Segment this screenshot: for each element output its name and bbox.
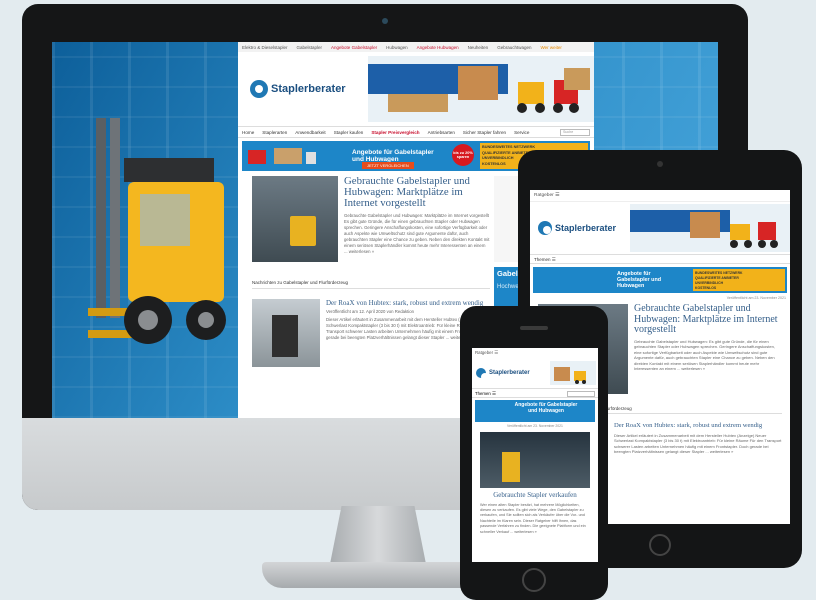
- article-image[interactable]: [480, 432, 590, 488]
- topnav-item[interactable]: Wer weiter: [540, 45, 561, 50]
- logo-text: Staplerberater: [555, 223, 617, 233]
- ad-banner[interactable]: Angebote für Gabelstapler und Hubwagen B…: [533, 267, 787, 293]
- nav-item[interactable]: Sicher Stapler fahren: [463, 130, 506, 135]
- home-button[interactable]: [649, 534, 671, 556]
- logo-text: Staplerberater: [489, 370, 530, 376]
- article-title[interactable]: Der RoaX von Hubtex: stark, robust und e…: [326, 299, 490, 307]
- topnav-item[interactable]: Gebrauchtwagen: [497, 45, 531, 50]
- logo-text: Staplerberater: [271, 83, 346, 95]
- date-label: Veröffentlicht am 23. November 2021: [507, 424, 563, 428]
- header-banner-image: [630, 204, 790, 252]
- site-logo[interactable]: Staplerberater: [476, 368, 530, 381]
- header-banner-image: [368, 56, 594, 122]
- ad-title: Angebote für Gabelstapler und Hubwagen: [352, 149, 434, 163]
- nav-item[interactable]: Stapler kaufen: [334, 130, 364, 135]
- site-header: Staplerberater: [238, 52, 594, 126]
- monitor-stand-base: [262, 562, 492, 588]
- logo-icon: [250, 80, 268, 98]
- topnav-item[interactable]: Angebote Hubwagen: [417, 45, 459, 50]
- news-article: Der RoaX von Hubtex: stark, robust und e…: [252, 299, 490, 367]
- article-title[interactable]: Gebrauchte Gabelstapler und Hubwagen: Ma…: [634, 303, 782, 336]
- ad-banner-image: [248, 148, 316, 164]
- search-input[interactable]: [567, 391, 595, 397]
- site-logo[interactable]: Staplerberater: [538, 221, 616, 235]
- topnav-item[interactable]: Angebote Gabelstapler: [331, 45, 377, 50]
- article-excerpt: Wer einen alten Stapler besitzt, hat meh…: [480, 502, 586, 534]
- monitor-stand: [330, 506, 426, 564]
- main-content: Gebrauchte Gabelstapler und Hubwagen: Ma…: [252, 176, 490, 367]
- topnav-item[interactable]: Hubwagen: [386, 45, 408, 50]
- article-excerpt: Gebrauchte Gabelstapler und Hubwagen: Ma…: [344, 213, 490, 254]
- article-image[interactable]: [252, 176, 338, 262]
- article-image[interactable]: [252, 299, 320, 367]
- ad-discount-badge: bis zu 20% sparen: [452, 144, 474, 166]
- article-title[interactable]: Gebrauchte Gabelstapler und Hubwagen: Ma…: [344, 176, 490, 209]
- nav-item[interactable]: Antriebsarten: [428, 130, 455, 135]
- logo-icon: [476, 368, 489, 381]
- camera-dot: [382, 18, 388, 24]
- nav-home[interactable]: Home: [242, 130, 254, 135]
- check-item: KOSTENLOS: [695, 286, 717, 290]
- ad-title: Angebote für Gabelstapler und Hubwagen: [514, 402, 578, 414]
- header-banner-image: [550, 361, 596, 385]
- nav-item[interactable]: Anwendbarkeit: [295, 130, 325, 135]
- site-logo[interactable]: Staplerberater: [250, 80, 346, 98]
- article-excerpt: Gebrauchte Gabelstapler und Hubwagen: Es…: [634, 338, 775, 372]
- article-title[interactable]: Der RoaX von Hubtex: stark, robust und e…: [614, 422, 782, 430]
- ad-cta-button[interactable]: JETZT VERGLEICHEN: [362, 162, 414, 169]
- main-navigation: Home Staplerarten Anwendbarkeit Stapler …: [238, 126, 594, 138]
- nav-item-highlight[interactable]: Stapler Preisvergleich: [371, 130, 419, 135]
- tablet-menu[interactable]: Themen ☰: [530, 254, 790, 264]
- article-title[interactable]: Gebrauchte Stapler verkaufen: [480, 491, 590, 500]
- menu-label[interactable]: Themen ☰: [475, 391, 496, 396]
- ad-banner[interactable]: Angebote für Gabelstapler und Hubwagen: [475, 400, 595, 422]
- featured-article: Gebrauchte Gabelstapler und Hubwagen: Ma…: [252, 176, 490, 262]
- logo-icon: [538, 221, 552, 235]
- phone-topbar[interactable]: Ratgeber ☰: [472, 348, 598, 358]
- section-heading: Nachrichten zu Gabelstapler und Flurförd…: [252, 280, 490, 289]
- ad-checklist: BUNDESWEITES NETZWERK QUALIFIZIERTE ANBI…: [693, 269, 785, 291]
- ad-title: Angebote für Gabelstapler und Hubwagen: [617, 271, 662, 289]
- site-header: Staplerberater: [472, 358, 598, 388]
- speaker-grille: [520, 326, 548, 330]
- phone-menu[interactable]: Themen ☰: [472, 388, 598, 398]
- site-header: Staplerberater: [530, 202, 790, 254]
- home-button[interactable]: [522, 568, 546, 592]
- camera-dot: [657, 161, 663, 167]
- top-navigation: Elektro & Dieselstapler Gabelstapler Ang…: [238, 42, 594, 52]
- nav-item[interactable]: Staplerarten: [262, 130, 287, 135]
- phone-device: Ratgeber ☰ Staplerberater Themen ☰ Angeb…: [460, 306, 608, 600]
- topnav-item[interactable]: Elektro & Dieselstapler: [242, 45, 288, 50]
- tablet-topbar[interactable]: Ratgeber ☰: [530, 190, 790, 202]
- website-phone: Ratgeber ☰ Staplerberater Themen ☰ Angeb…: [472, 348, 598, 562]
- topnav-item[interactable]: Gabelstapler: [297, 45, 323, 50]
- topnav-item[interactable]: Neuheiten: [468, 45, 489, 50]
- article-excerpt: Dieser Artikel erläutert in Zusammenarbe…: [614, 432, 782, 455]
- search-input[interactable]: Suche: [560, 128, 590, 136]
- nav-item[interactable]: Service: [514, 130, 529, 135]
- forklift-illustration: [88, 118, 226, 344]
